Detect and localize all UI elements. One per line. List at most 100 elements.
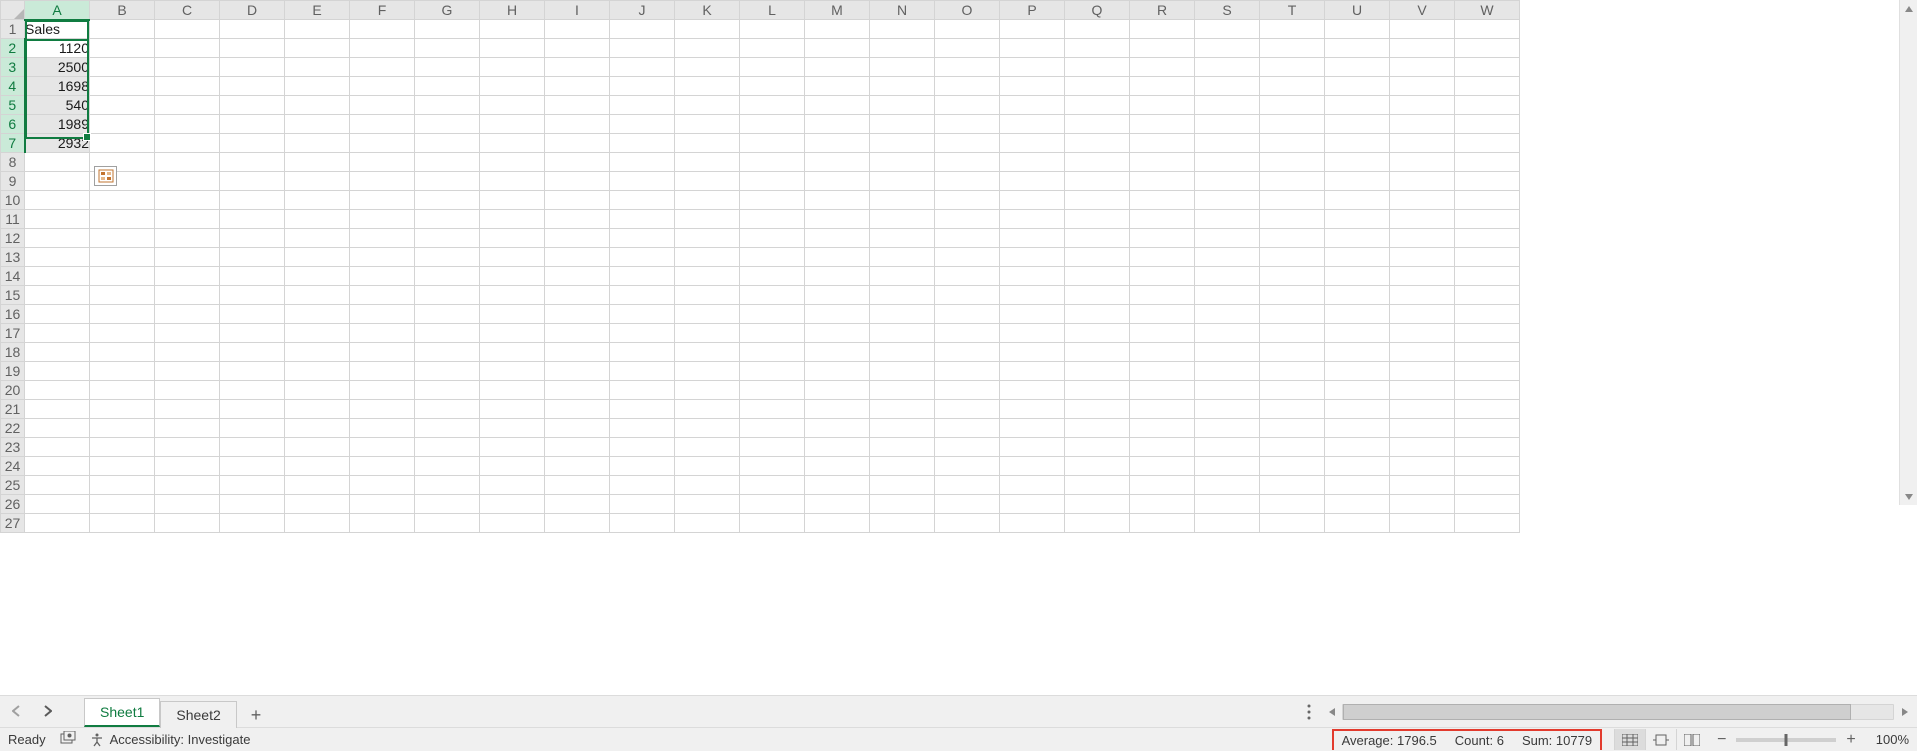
- cell-I17[interactable]: [545, 324, 610, 343]
- cell-I15[interactable]: [545, 286, 610, 305]
- row-header-7[interactable]: 7: [1, 134, 25, 153]
- scroll-down-button[interactable]: [1900, 488, 1917, 505]
- cell-I6[interactable]: [545, 115, 610, 134]
- cell-W20[interactable]: [1455, 381, 1520, 400]
- cell-P15[interactable]: [1000, 286, 1065, 305]
- cell-U3[interactable]: [1325, 58, 1390, 77]
- cell-M14[interactable]: [805, 267, 870, 286]
- cell-J2[interactable]: [610, 39, 675, 58]
- cell-I9[interactable]: [545, 172, 610, 191]
- cell-Q4[interactable]: [1065, 77, 1130, 96]
- cell-D6[interactable]: [220, 115, 285, 134]
- cell-U14[interactable]: [1325, 267, 1390, 286]
- cell-O18[interactable]: [935, 343, 1000, 362]
- cell-F21[interactable]: [350, 400, 415, 419]
- cell-C5[interactable]: [155, 96, 220, 115]
- cell-Q6[interactable]: [1065, 115, 1130, 134]
- cell-M24[interactable]: [805, 457, 870, 476]
- cell-V14[interactable]: [1390, 267, 1455, 286]
- cell-F27[interactable]: [350, 514, 415, 533]
- cell-R18[interactable]: [1130, 343, 1195, 362]
- cell-R27[interactable]: [1130, 514, 1195, 533]
- cell-Q5[interactable]: [1065, 96, 1130, 115]
- row-header-1[interactable]: 1: [1, 20, 25, 39]
- cell-T18[interactable]: [1260, 343, 1325, 362]
- sheet-options-button[interactable]: [1299, 696, 1319, 727]
- cell-T10[interactable]: [1260, 191, 1325, 210]
- cell-I4[interactable]: [545, 77, 610, 96]
- cell-L20[interactable]: [740, 381, 805, 400]
- column-header-R[interactable]: R: [1130, 1, 1195, 20]
- cell-G13[interactable]: [415, 248, 480, 267]
- cell-J1[interactable]: [610, 20, 675, 39]
- cell-H15[interactable]: [480, 286, 545, 305]
- cell-J7[interactable]: [610, 134, 675, 153]
- cell-P11[interactable]: [1000, 210, 1065, 229]
- cell-N14[interactable]: [870, 267, 935, 286]
- cell-N9[interactable]: [870, 172, 935, 191]
- cell-L27[interactable]: [740, 514, 805, 533]
- cell-J20[interactable]: [610, 381, 675, 400]
- cell-R3[interactable]: [1130, 58, 1195, 77]
- cell-U7[interactable]: [1325, 134, 1390, 153]
- column-header-E[interactable]: E: [285, 1, 350, 20]
- cell-Q12[interactable]: [1065, 229, 1130, 248]
- cell-M4[interactable]: [805, 77, 870, 96]
- cell-H8[interactable]: [480, 153, 545, 172]
- cell-R16[interactable]: [1130, 305, 1195, 324]
- cell-B19[interactable]: [90, 362, 155, 381]
- cell-E13[interactable]: [285, 248, 350, 267]
- cell-D27[interactable]: [220, 514, 285, 533]
- cell-E9[interactable]: [285, 172, 350, 191]
- cell-A3[interactable]: 2500: [25, 58, 90, 77]
- cell-T17[interactable]: [1260, 324, 1325, 343]
- cell-D25[interactable]: [220, 476, 285, 495]
- cell-P20[interactable]: [1000, 381, 1065, 400]
- row-header-6[interactable]: 6: [1, 115, 25, 134]
- cell-L2[interactable]: [740, 39, 805, 58]
- cell-W26[interactable]: [1455, 495, 1520, 514]
- cell-N21[interactable]: [870, 400, 935, 419]
- cell-F9[interactable]: [350, 172, 415, 191]
- column-header-W[interactable]: W: [1455, 1, 1520, 20]
- cell-J17[interactable]: [610, 324, 675, 343]
- cell-V26[interactable]: [1390, 495, 1455, 514]
- cell-K2[interactable]: [675, 39, 740, 58]
- cell-D20[interactable]: [220, 381, 285, 400]
- sheet-nav-prev[interactable]: [12, 704, 20, 720]
- cell-R2[interactable]: [1130, 39, 1195, 58]
- cell-J6[interactable]: [610, 115, 675, 134]
- cell-F17[interactable]: [350, 324, 415, 343]
- cell-O9[interactable]: [935, 172, 1000, 191]
- cell-T24[interactable]: [1260, 457, 1325, 476]
- cell-B22[interactable]: [90, 419, 155, 438]
- cell-G15[interactable]: [415, 286, 480, 305]
- cell-O14[interactable]: [935, 267, 1000, 286]
- column-header-F[interactable]: F: [350, 1, 415, 20]
- cell-K4[interactable]: [675, 77, 740, 96]
- cell-U25[interactable]: [1325, 476, 1390, 495]
- column-header-O[interactable]: O: [935, 1, 1000, 20]
- cell-S11[interactable]: [1195, 210, 1260, 229]
- cell-T11[interactable]: [1260, 210, 1325, 229]
- row-header-2[interactable]: 2: [1, 39, 25, 58]
- cell-D26[interactable]: [220, 495, 285, 514]
- column-header-L[interactable]: L: [740, 1, 805, 20]
- column-header-P[interactable]: P: [1000, 1, 1065, 20]
- cell-O15[interactable]: [935, 286, 1000, 305]
- cell-D18[interactable]: [220, 343, 285, 362]
- cell-U22[interactable]: [1325, 419, 1390, 438]
- cell-W4[interactable]: [1455, 77, 1520, 96]
- cell-W15[interactable]: [1455, 286, 1520, 305]
- cell-Q22[interactable]: [1065, 419, 1130, 438]
- cell-L16[interactable]: [740, 305, 805, 324]
- cell-D19[interactable]: [220, 362, 285, 381]
- cell-K14[interactable]: [675, 267, 740, 286]
- accessibility-status[interactable]: Accessibility: Investigate: [90, 732, 251, 747]
- cell-I23[interactable]: [545, 438, 610, 457]
- cell-V6[interactable]: [1390, 115, 1455, 134]
- cell-H5[interactable]: [480, 96, 545, 115]
- cell-E1[interactable]: [285, 20, 350, 39]
- cell-Q21[interactable]: [1065, 400, 1130, 419]
- cell-B18[interactable]: [90, 343, 155, 362]
